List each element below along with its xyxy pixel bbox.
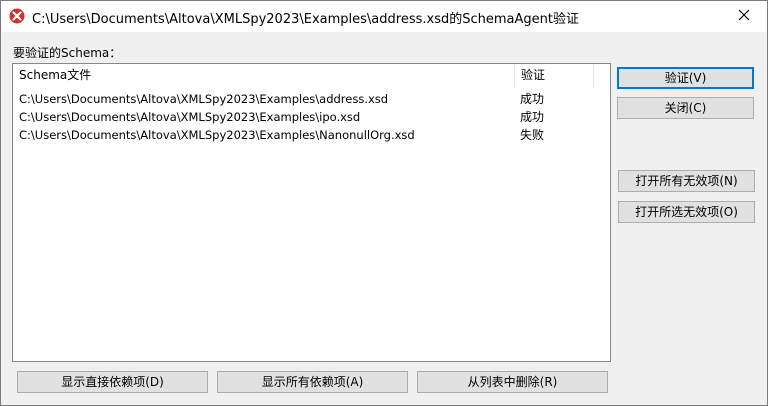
close-icon — [738, 9, 750, 24]
remove-from-list-button[interactable]: 从列表中删除(R) — [417, 371, 608, 393]
close-button[interactable]: 关闭(C) — [617, 97, 754, 119]
validation-status: 成功 — [520, 110, 545, 124]
schema-file-path: C:\Users\Documents\Altova\XMLSpy2023\Exa… — [19, 128, 415, 142]
column-header-validation[interactable]: 验证 — [515, 64, 594, 88]
list-item[interactable]: C:\Users\Documents\Altova\XMLSpy2023\Exa… — [13, 126, 610, 144]
open-selected-invalid-button[interactable]: 打开所选无效项(O) — [618, 201, 755, 223]
open-all-invalid-button[interactable]: 打开所有无效项(N) — [618, 170, 755, 192]
close-window-button[interactable] — [721, 1, 767, 32]
column-header-schema-file[interactable]: Schema文件 — [13, 64, 515, 88]
schema-file-path: C:\Users\Documents\Altova\XMLSpy2023\Exa… — [19, 110, 361, 124]
schema-file-path: C:\Users\Documents\Altova\XMLSpy2023\Exa… — [19, 92, 389, 106]
list-item[interactable]: C:\Users\Documents\Altova\XMLSpy2023\Exa… — [13, 90, 610, 108]
schemas-to-validate-label: 要验证的Schema： — [13, 46, 122, 60]
schema-list[interactable]: Schema文件 验证 C:\Users\Documents\Altova\XM… — [12, 63, 611, 362]
show-direct-dependencies-button[interactable]: 显示直接依赖项(D) — [17, 371, 208, 393]
show-all-dependencies-button[interactable]: 显示所有依赖项(A) — [217, 371, 408, 393]
list-item[interactable]: C:\Users\Documents\Altova\XMLSpy2023\Exa… — [13, 108, 610, 126]
schemaagent-validation-dialog: C:\Users\Documents\Altova\XMLSpy2023\Exa… — [0, 0, 768, 406]
validation-status: 成功 — [520, 92, 545, 106]
title-bar: C:\Users\Documents\Altova\XMLSpy2023\Exa… — [1, 1, 767, 32]
window-title: C:\Users\Documents\Altova\XMLSpy2023\Exa… — [32, 12, 579, 27]
validate-button[interactable]: 验证(V) — [617, 67, 754, 89]
xmlspy-app-icon — [9, 8, 25, 24]
validation-status: 失败 — [520, 128, 545, 142]
